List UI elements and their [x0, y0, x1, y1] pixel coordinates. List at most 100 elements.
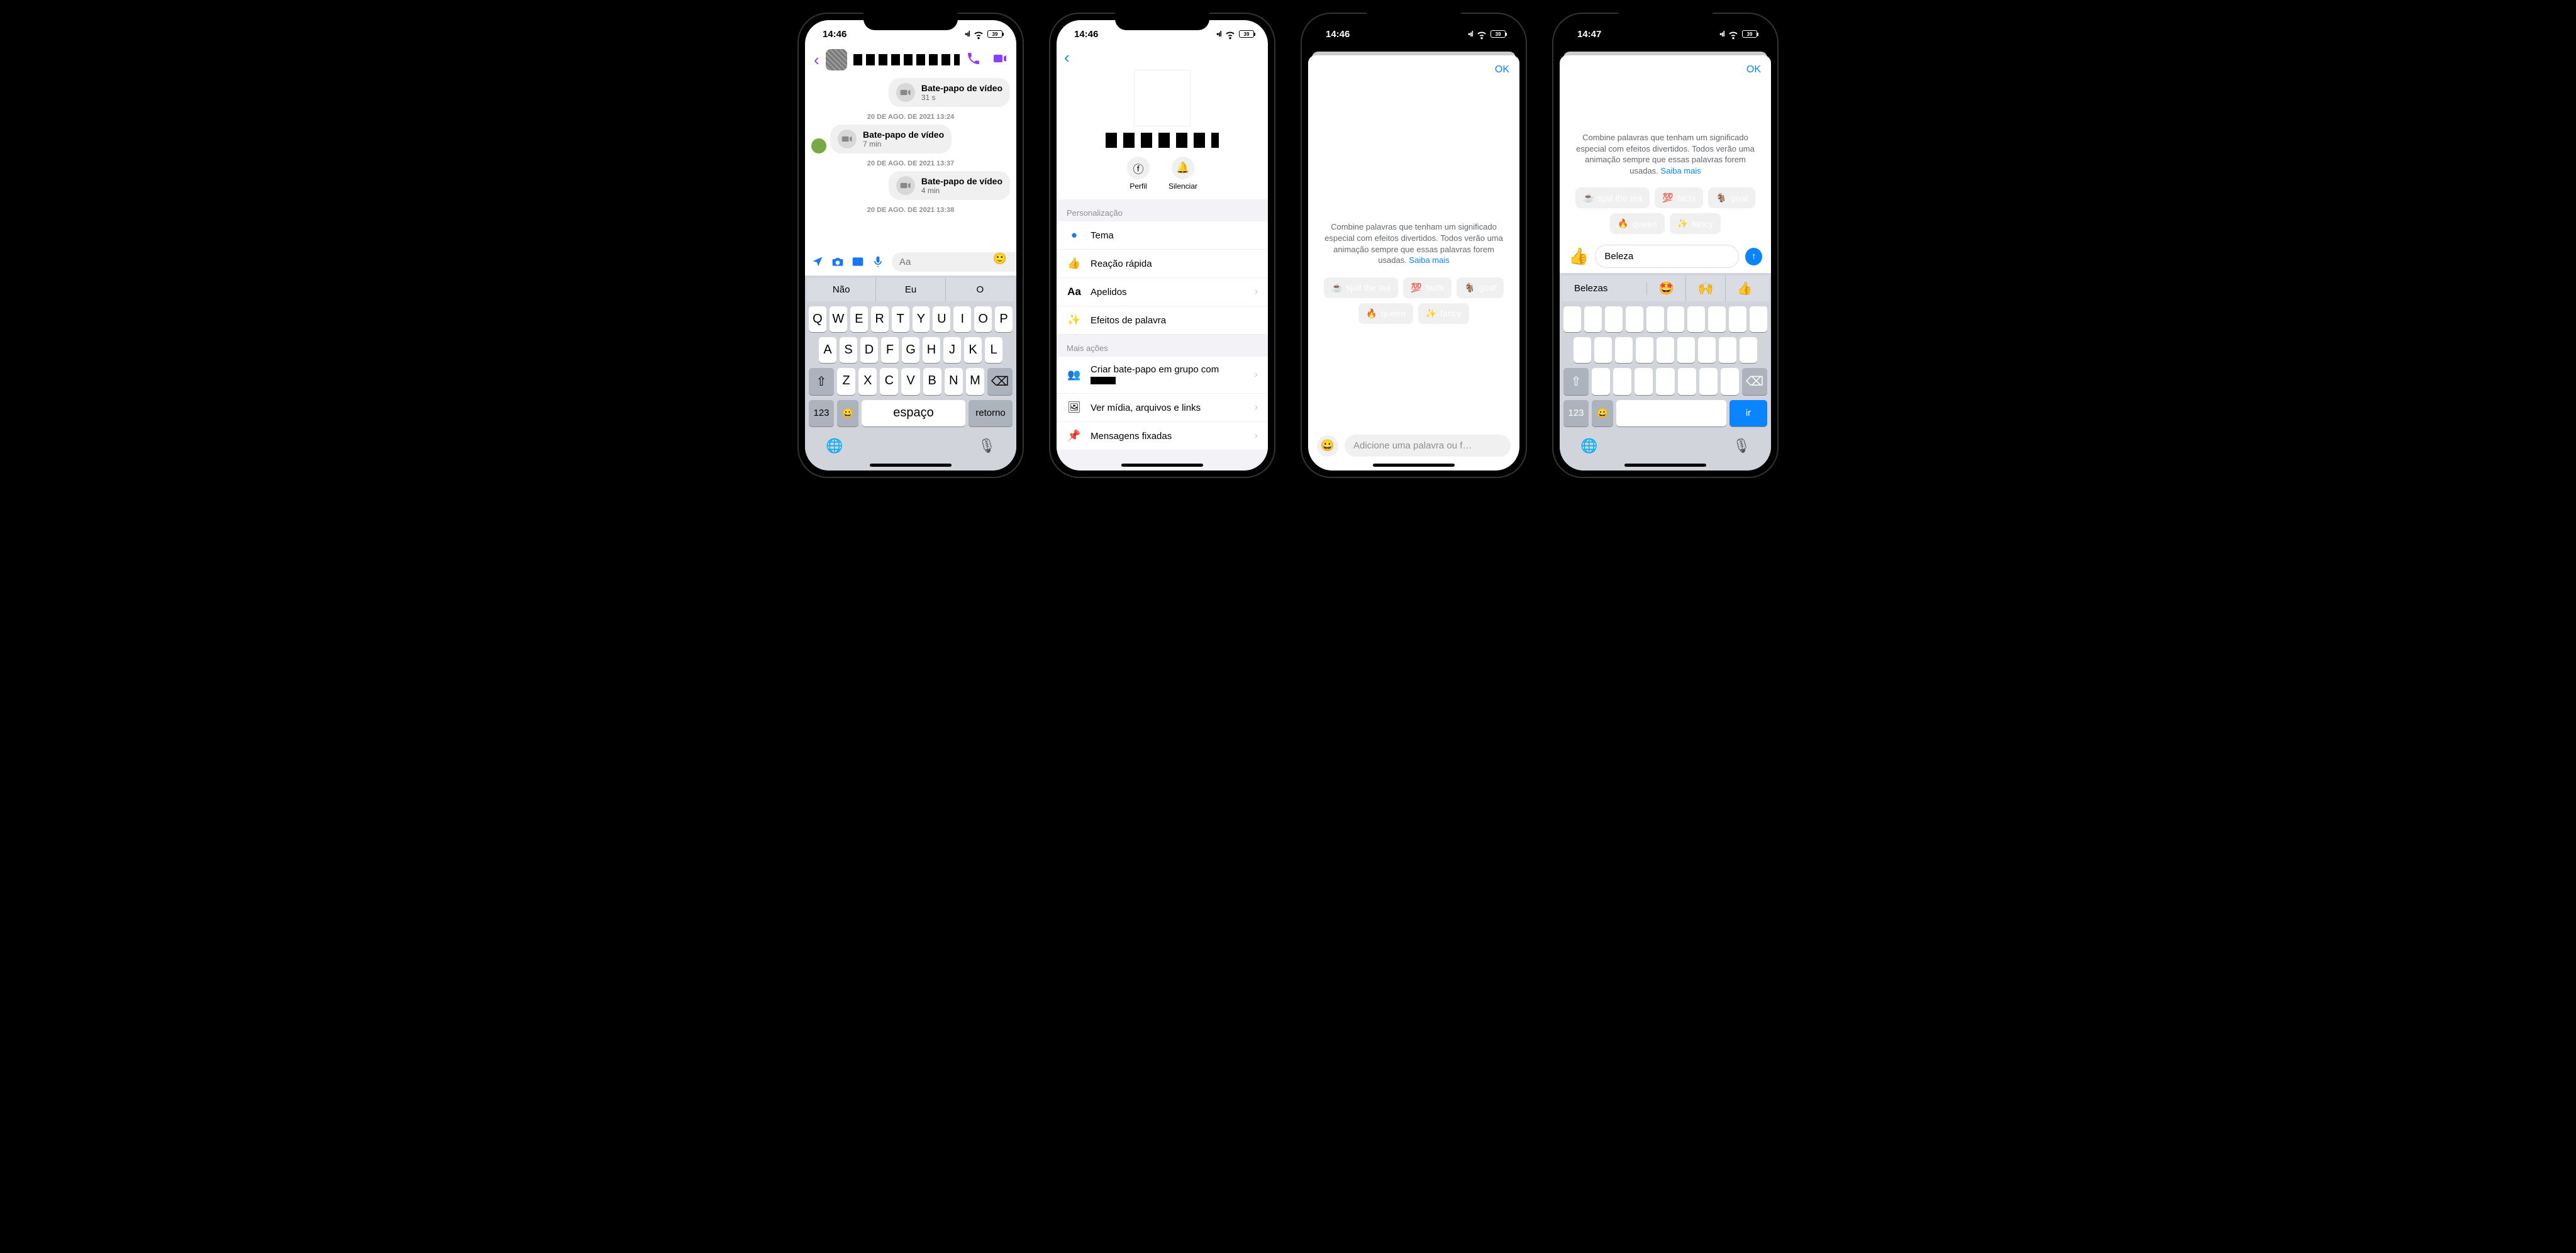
suggestion[interactable]: Eu: [876, 278, 945, 301]
key[interactable]: u: [1687, 306, 1705, 332]
key[interactable]: H: [923, 337, 940, 363]
key[interactable]: b: [1678, 368, 1696, 395]
key[interactable]: U: [933, 306, 950, 332]
key[interactable]: V: [901, 368, 919, 395]
chip[interactable]: 💯facts: [1655, 187, 1703, 208]
key[interactable]: q: [1563, 306, 1581, 332]
key[interactable]: o: [1729, 306, 1746, 332]
key[interactable]: e: [1605, 306, 1623, 332]
key[interactable]: p: [1750, 306, 1767, 332]
message-list[interactable]: Bate-papo de vídeo 31 s 20 DE AGO. DE 20…: [805, 75, 1016, 250]
back-button[interactable]: ‹: [814, 50, 819, 70]
submit-button[interactable]: ↑: [1745, 248, 1762, 265]
ok-button[interactable]: OK: [1746, 64, 1761, 75]
key[interactable]: R: [871, 306, 889, 332]
profile-picture[interactable]: [1134, 70, 1191, 126]
key[interactable]: y: [1667, 306, 1685, 332]
go-key[interactable]: ir: [1729, 400, 1767, 426]
key[interactable]: m: [1721, 368, 1739, 395]
row-nicknames[interactable]: Aa Apelidos ›: [1057, 278, 1268, 306]
chip[interactable]: 🐐goat: [1457, 277, 1504, 298]
return-key[interactable]: retorno: [969, 400, 1013, 426]
row-theme[interactable]: ● Tema: [1057, 221, 1268, 250]
video-call-button[interactable]: [992, 51, 1008, 69]
chip[interactable]: 🐐goat: [1708, 187, 1755, 208]
profile-action-profile[interactable]: ⓕ Perfil: [1127, 157, 1150, 191]
key[interactable]: h: [1677, 337, 1695, 363]
suggestion-emoji[interactable]: 👍: [1726, 276, 1764, 301]
emoji-key[interactable]: 😀: [837, 400, 858, 426]
key[interactable]: g: [1657, 337, 1674, 363]
key[interactable]: J: [943, 337, 961, 363]
emoji-picker-button[interactable]: 🙂: [993, 252, 1007, 265]
globe-key[interactable]: 🌐: [826, 438, 843, 454]
row-create-group[interactable]: 👥 Criar bate-papo em grupo com ›: [1057, 357, 1268, 394]
word-input[interactable]: [1345, 435, 1511, 457]
shift-key[interactable]: ⇧: [1563, 368, 1589, 395]
contact-avatar[interactable]: [826, 49, 847, 70]
dictation-key[interactable]: 🎙: [1733, 438, 1750, 454]
delete-key[interactable]: ⌫: [1742, 368, 1767, 395]
key[interactable]: a: [1574, 337, 1591, 363]
key[interactable]: M: [966, 368, 984, 395]
numbers-key[interactable]: 123: [1563, 400, 1589, 426]
key[interactable]: w: [1584, 306, 1602, 332]
key[interactable]: f: [1636, 337, 1653, 363]
dictation-key[interactable]: 🎙: [978, 438, 996, 454]
selected-emoji-button[interactable]: 👍: [1568, 246, 1589, 267]
microphone-icon[interactable]: [872, 255, 884, 269]
key[interactable]: C: [880, 368, 898, 395]
home-indicator[interactable]: [870, 464, 952, 467]
camera-icon[interactable]: [831, 255, 844, 269]
suggestion[interactable]: Belezas: [1567, 277, 1615, 300]
key[interactable]: X: [858, 368, 877, 395]
delete-key[interactable]: ⌫: [987, 368, 1013, 395]
chip[interactable]: 🔥queen: [1358, 303, 1413, 324]
chip[interactable]: ✨fancy: [1670, 213, 1721, 234]
key[interactable]: j: [1698, 337, 1716, 363]
row-word-effects[interactable]: ✨ Efeitos de palavra: [1057, 306, 1268, 335]
key[interactable]: c: [1635, 368, 1653, 395]
contact-name[interactable]: [853, 54, 960, 65]
home-indicator[interactable]: [1373, 464, 1455, 467]
key[interactable]: A: [819, 337, 836, 363]
key[interactable]: i: [1708, 306, 1726, 332]
globe-key[interactable]: 🌐: [1580, 438, 1597, 454]
key[interactable]: k: [1719, 337, 1736, 363]
key[interactable]: x: [1613, 368, 1631, 395]
key[interactable]: z: [1592, 368, 1610, 395]
numbers-key[interactable]: 123: [809, 400, 834, 426]
key[interactable]: F: [881, 337, 899, 363]
space-key[interactable]: espaço: [862, 400, 965, 426]
chip[interactable]: ✨fancy: [1418, 303, 1469, 324]
key[interactable]: K: [964, 337, 982, 363]
row-quick-reaction[interactable]: 👍 Reação rápida: [1057, 250, 1268, 278]
message-outgoing[interactable]: Bate-papo de vídeo 4 min: [811, 171, 1010, 200]
home-indicator[interactable]: [1624, 464, 1706, 467]
key[interactable]: E: [850, 306, 868, 332]
key[interactable]: Q: [809, 306, 826, 332]
key[interactable]: d: [1615, 337, 1633, 363]
key[interactable]: P: [995, 306, 1013, 332]
location-icon[interactable]: [811, 255, 824, 269]
chip[interactable]: 💯facts: [1403, 277, 1452, 298]
settings-list[interactable]: Personalização ● Tema 👍 Reação rápida Aa…: [1057, 199, 1268, 471]
ok-button[interactable]: OK: [1495, 64, 1509, 75]
key[interactable]: D: [860, 337, 878, 363]
message-incoming[interactable]: Bate-papo de vídeo 7 min: [811, 125, 1010, 153]
word-input[interactable]: [1595, 245, 1739, 268]
home-indicator[interactable]: [1121, 464, 1203, 467]
learn-more-link[interactable]: Saiba mais: [1660, 166, 1701, 175]
key[interactable]: r: [1626, 306, 1643, 332]
key[interactable]: L: [985, 337, 1002, 363]
suggestion-emoji[interactable]: 🤩: [1647, 276, 1686, 301]
profile-action-mute[interactable]: 🔔 Silenciar: [1169, 157, 1197, 191]
chip[interactable]: ☕spill the tea: [1575, 187, 1650, 208]
key[interactable]: l: [1740, 337, 1757, 363]
key[interactable]: B: [923, 368, 941, 395]
key[interactable]: T: [892, 306, 909, 332]
key[interactable]: s: [1594, 337, 1612, 363]
message-outgoing[interactable]: Bate-papo de vídeo 31 s: [811, 78, 1010, 107]
key[interactable]: n: [1699, 368, 1718, 395]
key[interactable]: Y: [913, 306, 930, 332]
